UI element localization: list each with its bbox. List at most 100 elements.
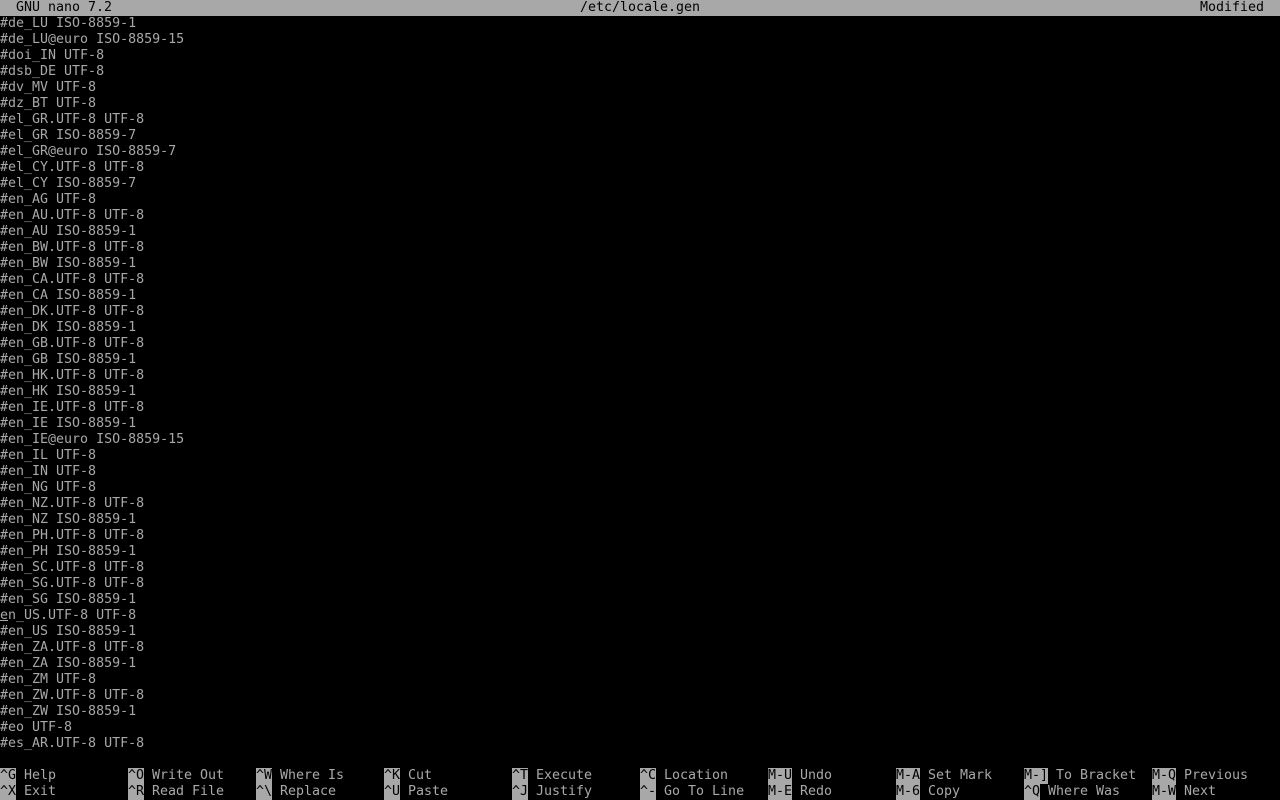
shortcut-key: M-] (1024, 768, 1049, 784)
shortcut-key: M-Q (1152, 768, 1177, 784)
shortcut-key: M-W (1152, 784, 1177, 800)
shortcut-read-file[interactable]: ^R Read File (128, 784, 224, 800)
shortcut-undo[interactable]: M-U Undo (768, 768, 832, 784)
editor-line[interactable]: #el_GR@euro ISO-8859-7 (0, 144, 1280, 160)
shortcut-to-bracket[interactable]: M-] To Bracket (1024, 768, 1136, 784)
editor-line[interactable]: #en_DK.UTF-8 UTF-8 (0, 304, 1280, 320)
editor-line[interactable]: #en_SG ISO-8859-1 (0, 592, 1280, 608)
editor-line[interactable]: #en_ZA ISO-8859-1 (0, 656, 1280, 672)
editor-line[interactable]: #en_HK ISO-8859-1 (0, 384, 1280, 400)
shortcut-key: ^\ (256, 784, 273, 800)
editor-line[interactable]: #en_SG.UTF-8 UTF-8 (0, 576, 1280, 592)
editor-line[interactable]: #en_GB ISO-8859-1 (0, 352, 1280, 368)
editor-line[interactable]: #en_HK.UTF-8 UTF-8 (0, 368, 1280, 384)
shortcut-label: Undo (800, 768, 833, 783)
editor-line[interactable]: #en_ZM UTF-8 (0, 672, 1280, 688)
shortcut-key: ^X (0, 784, 17, 800)
shortcut-label: Help (24, 768, 57, 783)
editor-line[interactable]: #en_NG UTF-8 (0, 480, 1280, 496)
shortcut-where-is[interactable]: ^W Where Is (256, 768, 344, 784)
editor-line[interactable]: #en_PH ISO-8859-1 (0, 544, 1280, 560)
shortcut-label: Copy (928, 784, 961, 799)
shortcut-redo[interactable]: M-E Redo (768, 784, 832, 800)
editor-line[interactable]: #en_CA.UTF-8 UTF-8 (0, 272, 1280, 288)
shortcut-replace[interactable]: ^\ Replace (256, 784, 336, 800)
shortcut-next[interactable]: M-W Next (1152, 784, 1216, 800)
title-bar: GNU nano 7.2 /etc/locale.gen Modified (0, 0, 1280, 16)
shortcut-key: ^- (640, 784, 657, 800)
editor-line[interactable]: #en_ZA.UTF-8 UTF-8 (0, 640, 1280, 656)
shortcut-execute[interactable]: ^T Execute (512, 768, 592, 784)
editor-line[interactable]: #el_GR.UTF-8 UTF-8 (0, 112, 1280, 128)
shortcut-go-to-line[interactable]: ^- Go To Line (640, 784, 744, 800)
editor-line[interactable]: #el_CY.UTF-8 UTF-8 (0, 160, 1280, 176)
editor-line[interactable]: #doi_IN UTF-8 (0, 48, 1280, 64)
shortcut-where-was[interactable]: ^Q Where Was (1024, 784, 1120, 800)
file-name: /etc/locale.gen (579, 0, 701, 15)
editor-line[interactable]: #en_AU ISO-8859-1 (0, 224, 1280, 240)
editor-line[interactable]: #en_IE@euro ISO-8859-15 (0, 432, 1280, 448)
editor-line[interactable]: #en_SC.UTF-8 UTF-8 (0, 560, 1280, 576)
shortcut-key: ^R (128, 784, 145, 800)
editor-line-current[interactable]: en_US.UTF-8 UTF-8 (0, 608, 1280, 624)
editor-line[interactable]: #dz_BT UTF-8 (0, 96, 1280, 112)
editor-line[interactable]: #en_NZ ISO-8859-1 (0, 512, 1280, 528)
editor-line[interactable]: #en_GB.UTF-8 UTF-8 (0, 336, 1280, 352)
shortcut-label: To Bracket (1056, 768, 1137, 783)
shortcut-location[interactable]: ^C Location (640, 768, 728, 784)
editor-line[interactable]: #en_IE ISO-8859-1 (0, 416, 1280, 432)
shortcut-exit[interactable]: ^X Exit (0, 784, 56, 800)
shortcut-key: M-E (768, 784, 793, 800)
editor-line[interactable]: #en_AG UTF-8 (0, 192, 1280, 208)
editor-line[interactable]: #en_ZW.UTF-8 UTF-8 (0, 688, 1280, 704)
editor-line[interactable]: #en_PH.UTF-8 UTF-8 (0, 528, 1280, 544)
shortcut-key: ^K (384, 768, 401, 784)
editor-line[interactable]: #es_AR.UTF-8 UTF-8 (0, 736, 1280, 752)
shortcut-label: Cut (408, 768, 433, 783)
shortcut-help[interactable]: ^G Help (0, 768, 56, 784)
shortcut-label: Go To Line (664, 784, 745, 799)
shortcut-copy[interactable]: M-6 Copy (896, 784, 960, 800)
shortcut-previous[interactable]: M-Q Previous (1152, 768, 1248, 784)
editor-text-area[interactable]: #de_LU ISO-8859-1 #de_LU@euro ISO-8859-15… (0, 16, 1280, 752)
modified-status: Modified (1199, 0, 1264, 15)
editor-line[interactable]: #en_IE.UTF-8 UTF-8 (0, 400, 1280, 416)
editor-line[interactable]: #en_CA ISO-8859-1 (0, 288, 1280, 304)
shortcut-justify[interactable]: ^J Justify (512, 784, 592, 800)
editor-line[interactable]: #en_IL UTF-8 (0, 448, 1280, 464)
editor-line[interactable]: #de_LU@euro ISO-8859-15 (0, 32, 1280, 48)
shortcut-label: Justify (536, 784, 593, 799)
editor-line[interactable]: #en_US ISO-8859-1 (0, 624, 1280, 640)
shortcut-label: Next (1184, 784, 1217, 799)
editor-line[interactable]: #en_BW.UTF-8 UTF-8 (0, 240, 1280, 256)
editor-line[interactable]: #en_BW ISO-8859-1 (0, 256, 1280, 272)
editor-line[interactable]: #en_AU.UTF-8 UTF-8 (0, 208, 1280, 224)
editor-line[interactable]: #en_IN UTF-8 (0, 464, 1280, 480)
shortcut-set-mark[interactable]: M-A Set Mark (896, 768, 992, 784)
shortcut-key: ^W (256, 768, 273, 784)
editor-line[interactable]: #eo UTF-8 (0, 720, 1280, 736)
shortcut-key: ^J (512, 784, 529, 800)
editor-line[interactable]: #en_ZW ISO-8859-1 (0, 704, 1280, 720)
shortcut-key: ^G (0, 768, 17, 784)
shortcut-write-out[interactable]: ^O Write Out (128, 768, 224, 784)
editor-line[interactable]: #en_NZ.UTF-8 UTF-8 (0, 496, 1280, 512)
shortcut-paste[interactable]: ^U Paste (384, 784, 448, 800)
editor-line[interactable]: #en_DK ISO-8859-1 (0, 320, 1280, 336)
editor-line[interactable]: #el_CY ISO-8859-7 (0, 176, 1280, 192)
shortcut-label: Where Is (280, 768, 345, 783)
shortcut-label: Previous (1184, 768, 1249, 783)
shortcut-key: ^Q (1024, 784, 1041, 800)
editor-line[interactable]: #de_LU ISO-8859-1 (0, 16, 1280, 32)
editor-line[interactable]: #dv_MV UTF-8 (0, 80, 1280, 96)
shortcut-cut[interactable]: ^K Cut (384, 768, 432, 784)
text-cursor: e (0, 608, 9, 623)
shortcut-label: Exit (24, 784, 57, 799)
editor-line[interactable]: #dsb_DE UTF-8 (0, 64, 1280, 80)
shortcut-label: Redo (800, 784, 833, 799)
shortcut-key: ^O (128, 768, 145, 784)
shortcut-label: Execute (536, 768, 593, 783)
editor-line[interactable]: #el_GR ISO-8859-7 (0, 128, 1280, 144)
shortcut-label: Paste (408, 784, 449, 799)
shortcut-label: Read File (152, 784, 225, 799)
